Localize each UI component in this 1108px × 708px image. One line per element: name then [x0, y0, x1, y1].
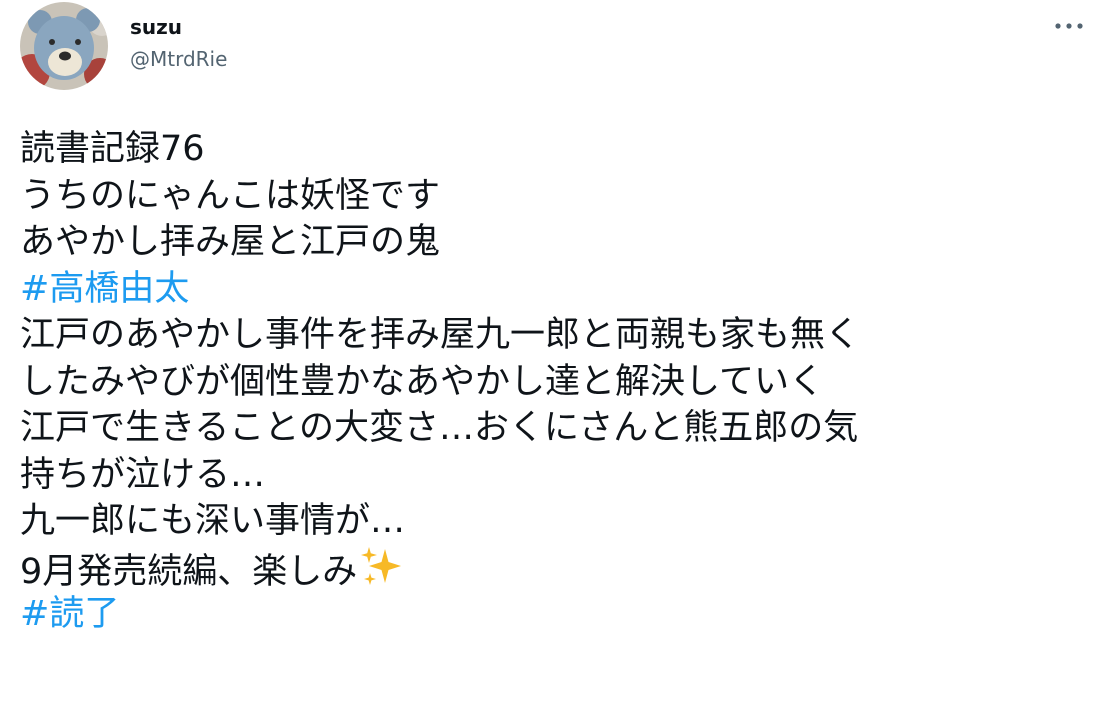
tweet-line: 江戸で生きることの大変さ…おくにさんと熊五郎の気: [20, 408, 859, 448]
user-block: suzu @MtrdRie: [130, 14, 227, 72]
tweet-line: したみやびが個性豊かなあやかし達と解決していく: [20, 361, 824, 402]
user-handle[interactable]: @MtrdRie: [130, 46, 227, 72]
display-name[interactable]: suzu: [130, 14, 227, 40]
hashtag-link[interactable]: #高橋由太: [20, 266, 1090, 313]
more-options-button[interactable]: [1052, 14, 1086, 38]
more-dots-icon: [1055, 23, 1083, 29]
tweet-header: suzu @MtrdRie: [20, 2, 1088, 92]
tweet-line-with-emoji: 9月発売続編、楽しみ: [20, 545, 1090, 592]
tweet-text: 読書記録76 うちのにゃんこは妖怪です あやかし拝み屋と江戸の鬼 #高橋由太 江…: [20, 126, 1090, 638]
tweet-line: うちのにゃんこは妖怪です: [20, 175, 441, 216]
tweet-line: 九一郎にも深い事情が…: [20, 501, 406, 541]
sparkles-emoji-icon: [359, 545, 403, 602]
avatar[interactable]: [20, 2, 108, 90]
tweet-line: 読書記録76: [20, 129, 205, 169]
tweet-line-text: 9月発売続編、楽しみ: [20, 551, 358, 592]
hashtag-link[interactable]: #読了: [20, 591, 1090, 638]
tweet-line: 江戸のあやかし事件を拝み屋九一郎と両親も家も無く: [20, 315, 861, 355]
knitted-bear-avatar-icon: [20, 2, 108, 90]
tweet-line: あやかし拝み屋と江戸の鬼: [20, 222, 441, 262]
tweet-line: 持ちが泣ける…: [20, 454, 266, 495]
